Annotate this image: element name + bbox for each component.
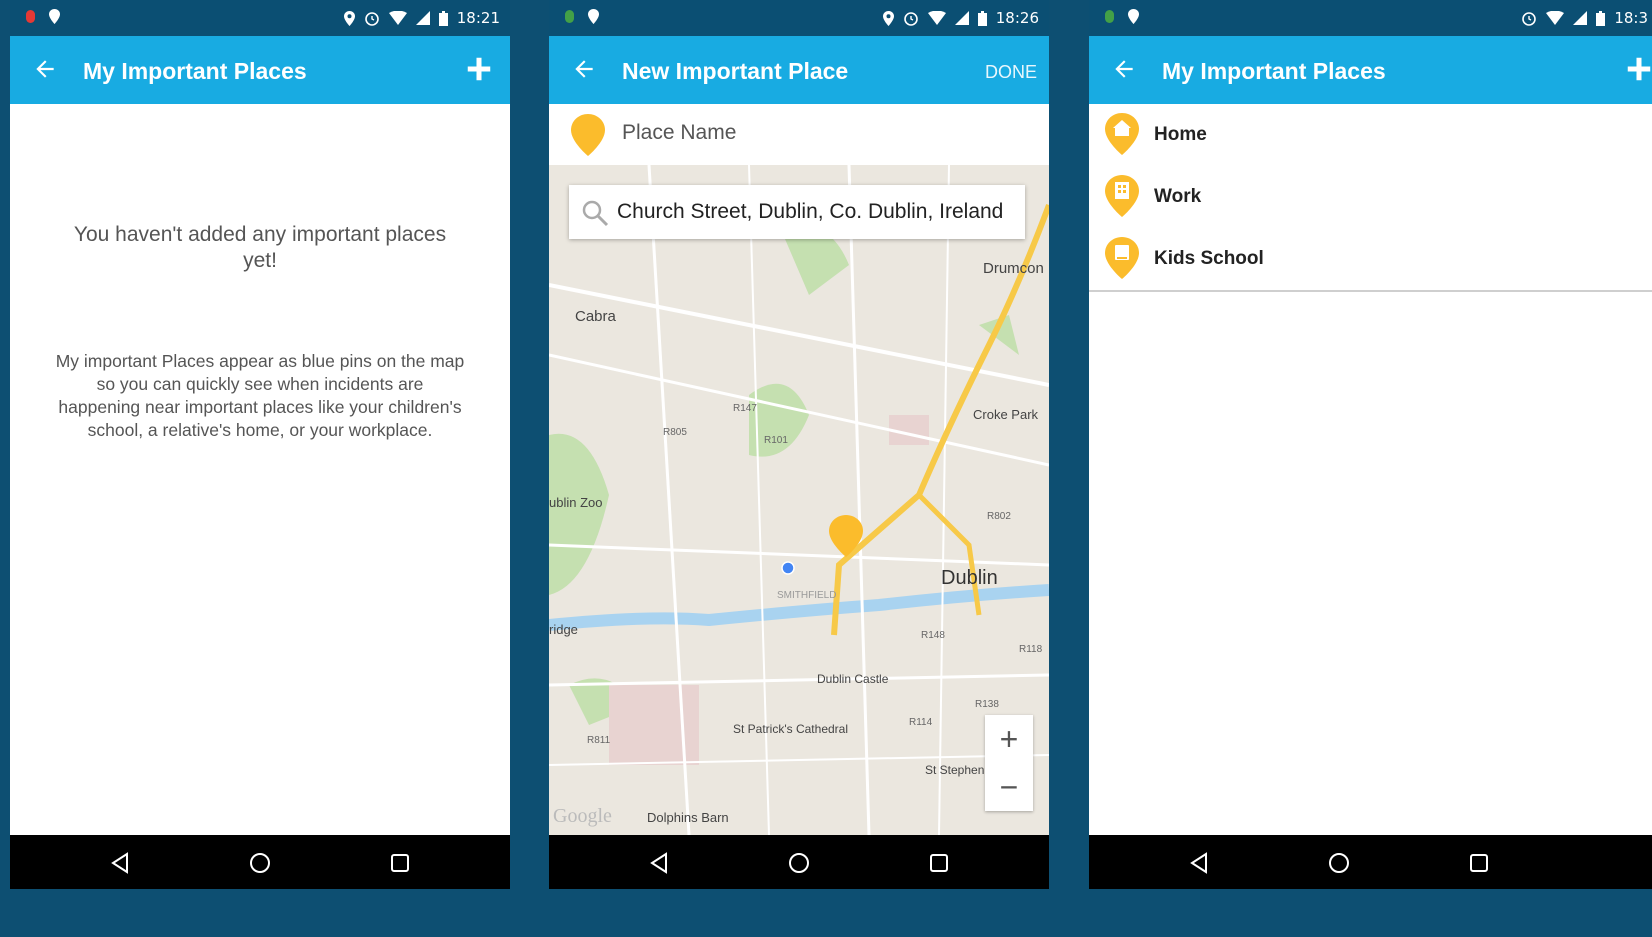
map-label-croke-park: Croke Park <box>973 407 1039 422</box>
screen-new-place: 18:26 New Important Place DONE Place Nam… <box>549 0 1049 889</box>
map-label-bridge: ridge <box>549 622 578 637</box>
alarm-icon <box>364 12 379 26</box>
empty-state-title: You haven't added any important places y… <box>73 223 447 272</box>
road-r802: R802 <box>987 511 1011 522</box>
road-r138: R138 <box>975 699 999 710</box>
place-pin-icon <box>571 114 605 156</box>
page-title: My Important Places <box>83 58 307 84</box>
address-search-box[interactable]: Church Street, Dublin, Co. Dublin, Irela… <box>569 185 1025 239</box>
road-r147: R147 <box>733 403 757 414</box>
map-label-dublin-castle: Dublin Castle <box>817 672 889 686</box>
building-icon <box>1105 175 1139 217</box>
notification-icon <box>1105 10 1114 23</box>
alarm-icon <box>903 12 918 26</box>
status-time: 18:21 <box>456 9 500 27</box>
place-label: Work <box>1154 186 1202 207</box>
alarm-icon <box>1522 12 1537 26</box>
place-item-kids-school[interactable]: Kids School <box>1089 228 1652 292</box>
add-place-button[interactable] <box>1624 54 1652 84</box>
pin-notification-icon <box>1128 9 1139 24</box>
place-label: Home <box>1154 124 1207 145</box>
status-time: 18:3 <box>1614 9 1648 27</box>
android-nav-bar <box>549 835 1049 889</box>
battery-icon <box>438 10 448 26</box>
road-r101: R101 <box>764 435 788 446</box>
road-r114: R114 <box>909 717 933 728</box>
status-bar: 18:3 <box>1089 0 1652 36</box>
status-time: 18:26 <box>995 9 1039 27</box>
nav-back-icon[interactable] <box>108 851 132 875</box>
road-r118: R118 <box>1019 644 1043 655</box>
map-label-smithfield: SMITHFIELD <box>777 590 837 601</box>
page-title: New Important Place <box>622 58 849 84</box>
nav-recents-icon[interactable] <box>388 851 412 875</box>
place-name-row <box>549 104 1049 166</box>
screen-places-list: 18:3 My Important Places Home Work Kids … <box>1089 0 1652 889</box>
nav-home-icon[interactable] <box>787 851 811 875</box>
battery-icon <box>1596 10 1606 26</box>
map-view[interactable]: Cabra Drumcon Croke Park ublin Zoo Dubli… <box>549 165 1049 835</box>
wifi-icon <box>388 11 407 25</box>
alert-notification-icon <box>26 10 35 23</box>
selected-location-pin-icon[interactable] <box>827 513 865 559</box>
place-label: Kids School <box>1154 248 1264 269</box>
location-icon <box>343 10 355 26</box>
app-bar: New Important Place DONE <box>549 36 1049 104</box>
signal-icon <box>1573 11 1588 25</box>
place-name-input[interactable] <box>620 120 1004 146</box>
map-label-cabra: Cabra <box>575 308 616 325</box>
map-label-drumcondra: Drumcon <box>983 260 1044 277</box>
map-label-st-stephen: St Stephen <box>925 763 985 777</box>
signal-icon <box>954 11 969 25</box>
search-icon <box>582 200 609 227</box>
android-nav-bar <box>10 835 510 889</box>
screen-empty-places: 18:21 My Important Places You haven't ad… <box>10 0 510 889</box>
zoom-controls: + − <box>985 715 1033 811</box>
status-bar: 18:26 <box>549 0 1049 36</box>
zoom-out-button[interactable]: − <box>985 763 1033 811</box>
nav-recents-icon[interactable] <box>1467 851 1491 875</box>
notification-icon <box>565 10 574 23</box>
page-title: My Important Places <box>1162 58 1386 84</box>
battery-icon <box>977 10 987 26</box>
nav-home-icon[interactable] <box>248 851 272 875</box>
nav-back-icon[interactable] <box>1187 851 1211 875</box>
nav-recents-icon[interactable] <box>927 851 951 875</box>
app-bar: My Important Places <box>10 36 510 104</box>
pin-notification-icon <box>49 9 60 24</box>
home-icon <box>1105 113 1139 155</box>
wifi-icon <box>927 11 946 25</box>
book-icon <box>1105 237 1139 279</box>
empty-state-description: My important Places appear as blue pins … <box>55 351 465 440</box>
done-button[interactable]: DONE <box>985 62 1037 83</box>
android-nav-bar <box>1089 835 1652 889</box>
map-label-dublin: Dublin <box>941 567 998 589</box>
status-bar: 18:21 <box>10 0 510 36</box>
back-arrow-icon[interactable] <box>32 56 58 82</box>
app-bar: My Important Places <box>1089 36 1652 104</box>
current-location-dot-icon <box>781 561 795 575</box>
place-item-home[interactable]: Home <box>1089 104 1652 168</box>
signal-icon <box>415 11 430 25</box>
map-label-st-patricks: St Patrick's Cathedral <box>733 722 849 736</box>
zoom-in-button[interactable]: + <box>985 715 1033 763</box>
nav-home-icon[interactable] <box>1327 851 1351 875</box>
map-label-zoo: ublin Zoo <box>549 495 603 510</box>
address-search-text[interactable]: Church Street, Dublin, Co. Dublin, Irela… <box>617 200 1003 224</box>
back-arrow-icon[interactable] <box>571 56 597 82</box>
place-item-work[interactable]: Work <box>1089 166 1652 230</box>
google-logo: Google <box>553 805 612 827</box>
road-r811: R811 <box>587 735 611 746</box>
road-r805: R805 <box>663 427 687 438</box>
wifi-icon <box>1546 11 1565 25</box>
location-icon <box>882 10 894 26</box>
add-place-button[interactable] <box>464 54 494 84</box>
nav-back-icon[interactable] <box>647 851 671 875</box>
pin-notification-icon <box>588 9 599 24</box>
map-label-dolphins-barn: Dolphins Barn <box>647 810 729 825</box>
road-r148: R148 <box>921 630 945 641</box>
back-arrow-icon[interactable] <box>1111 56 1137 82</box>
